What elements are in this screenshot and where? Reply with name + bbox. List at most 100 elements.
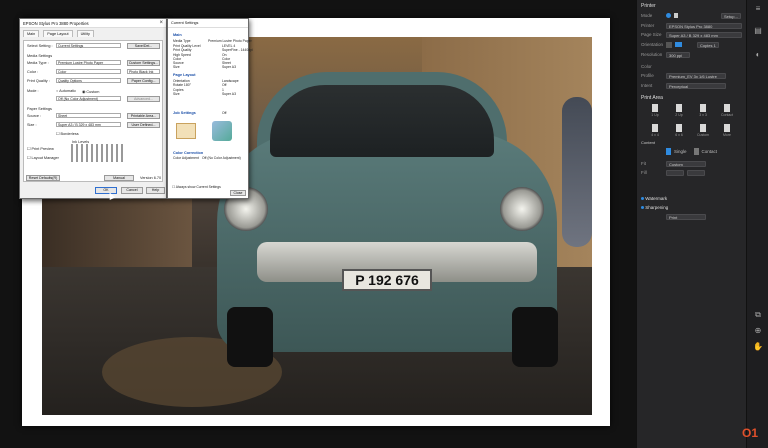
tile-2-up[interactable]: 2 Up [669,104,689,118]
save-del-button[interactable]: Save/Del... [127,43,160,49]
always-show-checkbox[interactable]: ☐ Always show Current Settings [172,185,221,189]
sharpening-type-row: Print [641,213,706,220]
close-icon[interactable]: × [159,20,163,26]
select-setting-dropdown[interactable]: Current Settings [56,43,121,48]
fit-select[interactable]: Custom [666,160,706,167]
car-wheel-right [512,307,558,367]
content-heading[interactable]: Content [641,140,655,145]
edit-icon[interactable]: ◐ [752,50,764,60]
ink-bar [76,144,78,162]
layout-tiles: 1 Up 2 Up 3 x 3 Contact 4 x 4 6 x 6 Cust… [645,104,737,138]
manual-button[interactable]: Manual [104,175,134,181]
tile-1-up[interactable]: 1 Up [645,104,665,118]
copies-field[interactable]: Copies 1 [697,41,719,48]
paper-settings-label: Paper Settings [27,107,52,111]
tab-main[interactable]: Main [23,30,40,37]
single-icon[interactable] [666,148,671,155]
mode-printer-icon[interactable] [666,13,671,18]
mode-row: Mode Setup... [641,12,741,19]
print-preview-checkbox[interactable]: ☐ Print Preview [27,146,54,151]
tile-custom[interactable]: Custom [693,124,713,138]
advanced-button[interactable]: Advanced... [127,96,160,102]
mode-label: Mode : [27,89,39,93]
print-quality-dropdown[interactable]: Quality Options [56,78,121,83]
cancel-button[interactable]: Cancel [121,187,143,194]
ink-bar [96,144,98,162]
page-layout-values: Landscape Off 1 Super A3 [222,79,239,96]
main-heading: Main [173,33,182,37]
paper-config-button[interactable]: Paper Config... [127,78,160,84]
car-windshield [270,85,494,157]
color-dropdown[interactable]: Color [56,69,121,74]
resolution-field[interactable]: 300 ppi [666,51,690,58]
size-dropdown[interactable]: Super A3 / B 329 x 483 mm [56,122,121,127]
sharpening-heading[interactable]: Sharpening [641,205,668,210]
hand-icon[interactable]: ✋ [752,342,764,352]
color-adjust-value: Off (No Color Adjustment) [202,156,241,160]
user-defined-button[interactable]: User Defined... [127,122,160,128]
custom-radio[interactable]: ◉ Custom [82,89,99,94]
intent-select[interactable]: Perceptual [666,82,726,89]
automatic-radio[interactable]: ○ Automatic [56,89,76,93]
fill-label: Fill [641,170,647,175]
menu-icon[interactable]: ≡ [752,4,764,14]
color-label: Color [641,64,652,69]
tile-contact[interactable]: Contact [717,104,737,118]
ink-bar [101,144,103,162]
app-window: P 192 676 Printer Mode Setup... Printer … [0,0,768,448]
app-logo: O1 [742,426,759,440]
fill-row: Fill [641,169,705,176]
orientation-row: Orientation Copies 1 [641,41,719,48]
setup-button[interactable]: Setup... [721,12,741,19]
profile-select[interactable]: Premium_EV 3x 1/6 Lustre [666,72,726,79]
color-row: Color [641,63,663,70]
color-adjust-dropdown[interactable]: Off (No Color Adjustment) [56,96,121,101]
reset-defaults-button[interactable]: Reset Defaults(R) [26,175,60,181]
black-ink-dropdown[interactable]: Photo Black Ink [127,69,160,74]
license-plate: P 192 676 [342,269,432,291]
borderless-checkbox[interactable]: ☐ Borderless [56,131,79,136]
tile-4x4[interactable]: 4 x 4 [645,124,665,138]
fit-row: Fit Custom [641,160,706,167]
landscape-icon[interactable] [675,42,682,47]
width-field[interactable] [666,169,684,176]
print-settings-panel: Printer Mode Setup... Printer EPSON Styl… [636,0,746,448]
print-area-heading[interactable]: Print Area [641,95,663,101]
printer-select[interactable]: EPSON Stylus Pro 3880 [666,22,742,29]
tab-page-layout[interactable]: Page Layout [43,30,73,37]
fit-label: Fit [641,161,646,166]
compare-icon[interactable]: ⧉ [752,310,764,320]
printer-preview-icon [212,121,232,141]
tab-utility[interactable]: Utility [76,30,94,37]
profile-label: Profile [641,73,654,78]
page-size-row: Page Size Super A3 / B 329 x 483 mm [641,31,742,38]
sharpening-type-select[interactable]: Print [666,213,706,220]
height-field[interactable] [687,169,705,176]
tile-3x3[interactable]: 3 x 3 [693,104,713,118]
job-settings-heading: Job Settings [173,111,196,115]
media-settings-label: Media Settings [27,54,53,58]
single-label: Single [674,149,687,154]
help-button[interactable]: Help [146,187,165,194]
main-settings-values: LEVEL 4 SuperFine - 1440dpi On Color She… [222,44,253,70]
size-label: Size : [27,123,37,127]
job-settings-value: Off [222,111,227,115]
printable-area-button[interactable]: Printable Area... [127,113,160,119]
tile-6x6[interactable]: 6 x 6 [669,124,689,138]
watermark-heading[interactable]: Watermark [641,196,667,201]
content-mode-row: Single Contact [641,148,717,155]
zoom-icon[interactable]: ⊕ [752,326,764,336]
portrait-icon[interactable] [666,41,672,48]
media-type-dropdown[interactable]: Premium Lustre Photo Paper [56,60,121,65]
resolution-row: Resolution 300 ppi [641,51,690,58]
close-button[interactable]: Close [230,190,246,196]
mode-file-icon[interactable] [674,13,678,18]
ink-bar [106,144,108,162]
contact-icon[interactable] [693,148,699,155]
layout-manager-checkbox[interactable]: ☐ Layout Manager [27,155,59,160]
source-dropdown[interactable]: Sheet [56,113,121,118]
page-size-select[interactable]: Super A3 / B 329 x 483 mm [666,31,742,38]
custom-settings-button[interactable]: Custom Settings... [127,60,160,66]
tile-more[interactable]: More [717,124,737,138]
browse-icon[interactable]: ▤ [752,26,764,36]
